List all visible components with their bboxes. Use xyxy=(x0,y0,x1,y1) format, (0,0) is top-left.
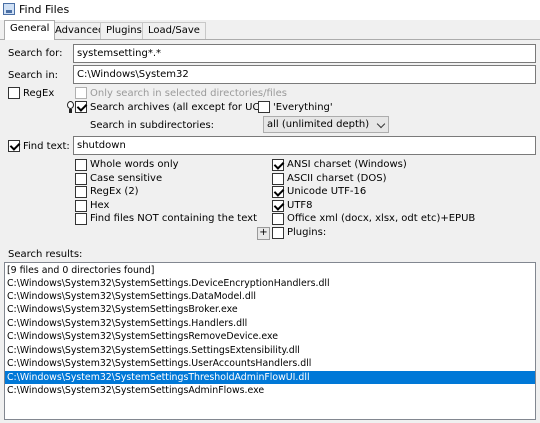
search-archives-label: Search archives (all except for UC2) xyxy=(90,102,270,113)
regex2-label: RegEx (2) xyxy=(90,186,139,197)
whole-words-checkbox[interactable] xyxy=(75,159,87,171)
list-item[interactable]: C:\Windows\System32\SystemSettings.Setti… xyxy=(5,344,535,357)
office-xml-checkbox[interactable] xyxy=(272,213,284,225)
subdirs-label: Search in subdirectories: xyxy=(90,120,215,131)
hex-label: Hex xyxy=(90,200,110,211)
find-text-label: Find text: xyxy=(23,141,70,152)
hex-checkbox[interactable] xyxy=(75,200,87,212)
only-selected-label: Only search in selected directories/file… xyxy=(90,88,287,99)
case-sensitive-label: Case sensitive xyxy=(90,173,163,184)
search-archives-checkbox[interactable] xyxy=(75,101,87,113)
floppy-disk-icon xyxy=(3,3,15,15)
ansi-label: ANSI charset (Windows) xyxy=(287,159,407,170)
everything-checkbox[interactable] xyxy=(258,101,270,113)
plugins-label: Plugins: xyxy=(287,227,327,238)
window-title: Find Files xyxy=(19,3,70,16)
ascii-label: ASCII charset (DOS) xyxy=(287,173,387,184)
title-bar: Find Files xyxy=(0,0,540,20)
find-text-checkbox[interactable] xyxy=(8,140,20,152)
list-item[interactable]: C:\Windows\System32\SystemSettings.Devic… xyxy=(5,277,535,290)
regex-label: RegEx xyxy=(23,88,55,99)
results-list[interactable]: [9 files and 0 directories found] C:\Win… xyxy=(4,262,536,420)
subdirs-select-value: all (unlimited depth) xyxy=(267,119,370,130)
search-in-input[interactable]: C:\Windows\System32 xyxy=(73,65,536,84)
list-item[interactable]: C:\Windows\System32\SystemSettingsBroker… xyxy=(5,303,535,316)
tab-general[interactable]: General xyxy=(4,20,56,40)
only-selected-checkbox[interactable] xyxy=(75,87,87,99)
tab-plugins[interactable]: Plugins xyxy=(100,22,148,39)
tab-load-save[interactable]: Load/Save xyxy=(142,22,206,39)
regex2-checkbox[interactable] xyxy=(75,186,87,198)
whole-words-label: Whole words only xyxy=(90,159,179,170)
list-item[interactable]: C:\Windows\System32\SystemSettings.UserA… xyxy=(5,357,535,370)
case-sensitive-checkbox[interactable] xyxy=(75,173,87,185)
utf8-label: UTF8 xyxy=(287,200,313,211)
lightbulb-icon xyxy=(67,101,74,113)
everything-label: 'Everything' xyxy=(273,102,333,113)
not-containing-label: Find files NOT containing the text xyxy=(90,213,258,224)
not-containing-checkbox[interactable] xyxy=(75,213,87,225)
chevron-down-icon xyxy=(376,119,386,129)
tab-divider xyxy=(0,39,540,40)
plugins-checkbox[interactable] xyxy=(272,227,284,239)
utf8-checkbox[interactable] xyxy=(272,200,284,212)
list-item[interactable]: C:\Windows\System32\SystemSettings.DataM… xyxy=(5,290,535,303)
office-xml-label: Office xml (docx, xlsx, odt etc)+EPUB xyxy=(287,213,476,224)
utf16-label: Unicode UTF-16 xyxy=(287,186,367,197)
search-results-label: Search results: xyxy=(8,249,83,260)
ansi-checkbox[interactable] xyxy=(272,159,284,171)
search-for-input[interactable]: systemsetting*.* xyxy=(73,44,536,63)
list-item[interactable]: C:\Windows\System32\SystemSettingsAdminF… xyxy=(5,384,535,397)
list-item[interactable]: C:\Windows\System32\SystemSettingsRemove… xyxy=(5,330,535,343)
list-item-selected[interactable]: C:\Windows\System32\SystemSettingsThresh… xyxy=(5,370,535,385)
ascii-checkbox[interactable] xyxy=(272,173,284,185)
expand-plugins-button[interactable]: + xyxy=(257,227,270,240)
regex-checkbox[interactable] xyxy=(8,87,20,99)
utf16-checkbox[interactable] xyxy=(272,186,284,198)
result-summary[interactable]: [9 files and 0 directories found] xyxy=(5,264,535,277)
find-text-input[interactable]: shutdown xyxy=(73,136,536,155)
subdirs-select[interactable]: all (unlimited depth) xyxy=(263,116,389,133)
search-for-label: Search for: xyxy=(8,48,63,59)
search-in-label: Search in: xyxy=(8,70,59,81)
list-item[interactable]: C:\Windows\System32\SystemSettings.Handl… xyxy=(5,317,535,330)
